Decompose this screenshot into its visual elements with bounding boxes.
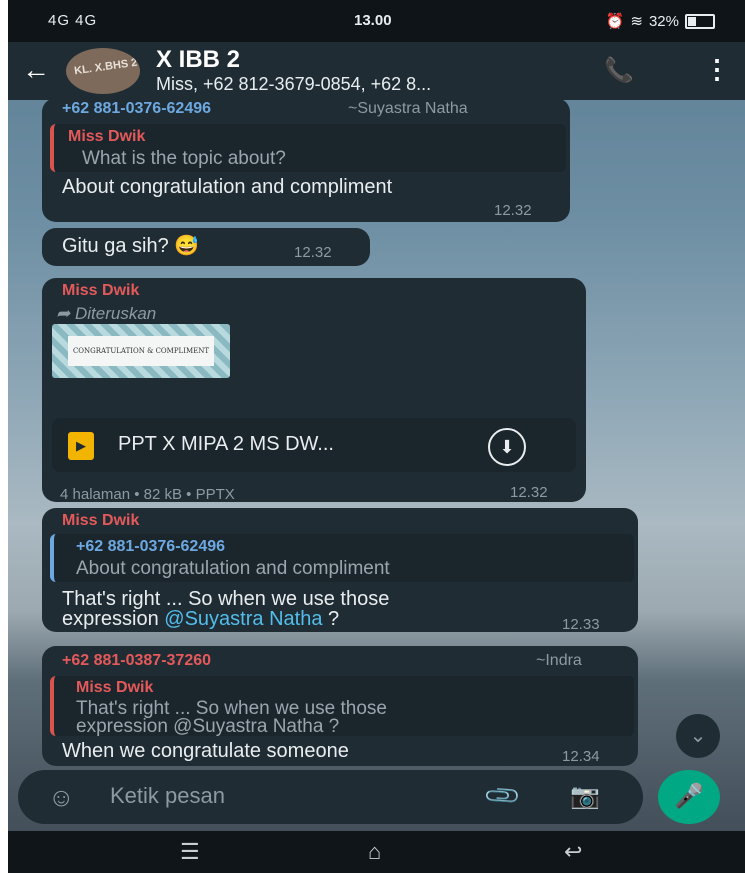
- chat-title[interactable]: X IBB 2: [156, 46, 240, 74]
- sender-number: +62 881-0376-62496: [62, 100, 212, 117]
- quoted-text-line2: expression @Suyastra Natha ?: [76, 716, 340, 737]
- quoted-message[interactable]: Miss Dwik That's right ... So when we us…: [50, 676, 634, 737]
- message-input-bar[interactable]: ☺ Ketik pesan 📎 📷: [18, 770, 643, 824]
- back-arrow-icon[interactable]: ←: [22, 54, 50, 86]
- alarm-icon: ⏰: [605, 13, 625, 30]
- message-input[interactable]: Ketik pesan: [110, 783, 225, 809]
- message-bubble[interactable]: Gitu ga sih? 😅 12.32: [42, 228, 370, 266]
- add-call-icon[interactable]: 📞: [604, 56, 634, 85]
- message-bubble[interactable]: +62 881-0387-37260 ~Indra Miss Dwik That…: [42, 646, 638, 766]
- sender-name: Miss Dwik: [62, 282, 140, 299]
- document-thumbnail[interactable]: CONGRATULATION & COMPLIMENT: [52, 324, 230, 378]
- more-options-icon[interactable]: ⋮: [704, 54, 730, 85]
- message-text-part: expression: [62, 608, 165, 630]
- message-bubble[interactable]: +62 881-0376-62496 ~Suyastra Natha Miss …: [42, 98, 570, 222]
- sender-name: Miss Dwik: [62, 512, 140, 529]
- thumbnail-title: CONGRATULATION & COMPLIMENT: [68, 336, 214, 366]
- document-attachment[interactable]: ▶ PPT X MIPA 2 MS DW... ⬇: [52, 418, 576, 472]
- message-text: Gitu ga sih? 😅: [62, 235, 200, 257]
- quoted-sender: Miss Dwik: [68, 128, 146, 145]
- pptx-file-icon: ▶: [68, 432, 94, 460]
- document-name: PPT X MIPA 2 MS DW...: [118, 433, 334, 455]
- avatar-label: KL. X.BHS 2: [73, 56, 139, 78]
- message-text: About congratulation and compliment: [62, 176, 393, 198]
- scroll-down-icon[interactable]: ⌄: [676, 714, 720, 758]
- quoted-text: What is the topic about?: [82, 148, 286, 169]
- message-time: 12.34: [562, 748, 600, 765]
- mention-link[interactable]: @Suyastra Natha: [164, 608, 322, 630]
- message-time: 12.32: [294, 244, 332, 261]
- quoted-text: About congratulation and compliment: [76, 558, 390, 579]
- message-time: 12.33: [562, 616, 600, 633]
- message-text-part: ?: [322, 608, 340, 630]
- forwarded-document-message[interactable]: Miss Dwik ➦ Diteruskan CONGRATULATION & …: [42, 278, 586, 503]
- download-icon[interactable]: ⬇: [488, 428, 526, 466]
- android-nav-bar: ☰ ⌂ ↩: [8, 831, 745, 873]
- emoji-icon[interactable]: ☺: [48, 782, 75, 813]
- group-avatar[interactable]: KL. X.BHS 2: [66, 48, 140, 94]
- message-time: 12.32: [494, 202, 532, 219]
- sender-alias: ~Suyastra Natha: [348, 100, 468, 117]
- clock: 13.00: [354, 12, 392, 29]
- forwarded-text: Diteruskan: [74, 304, 157, 323]
- forwarded-label: ➦ Diteruskan: [56, 304, 157, 323]
- status-bar: 4G 4G 13.00 ⏰ ≋ 32%: [8, 0, 745, 42]
- signal-indicator: 4G 4G: [48, 12, 98, 29]
- phone-screen: 4G 4G 13.00 ⏰ ≋ 32% ← KL. X.BHS 2 X IBB …: [8, 0, 745, 873]
- message-time: 12.32: [510, 484, 548, 501]
- home-icon[interactable]: ⌂: [368, 839, 381, 865]
- back-nav-icon[interactable]: ↩: [564, 839, 582, 865]
- chat-header: ← KL. X.BHS 2 X IBB 2 Miss, +62 812-3679…: [8, 42, 745, 100]
- sender-number: +62 881-0387-37260: [62, 652, 212, 669]
- attach-icon[interactable]: 📎: [482, 776, 524, 818]
- chat-participants[interactable]: Miss, +62 812-3679-0854, +62 8...: [156, 74, 431, 95]
- mic-button[interactable]: 🎤: [658, 770, 720, 824]
- battery-percent: 32%: [648, 12, 679, 30]
- wifi-icon: ≋: [630, 13, 643, 30]
- message-text: When we congratulate someone: [62, 740, 349, 762]
- message-bubble[interactable]: Miss Dwik +62 881-0376-62496 About congr…: [42, 508, 638, 633]
- message-text-line2: expression @Suyastra Natha ?: [62, 608, 339, 631]
- camera-icon[interactable]: 📷: [570, 782, 600, 811]
- quoted-sender: +62 881-0376-62496: [76, 538, 226, 555]
- quoted-message[interactable]: Miss Dwik What is the topic about?: [50, 124, 566, 172]
- quoted-message[interactable]: +62 881-0376-62496 About congratulation …: [50, 534, 634, 582]
- quoted-sender: Miss Dwik: [76, 679, 154, 696]
- recent-apps-icon[interactable]: ☰: [180, 839, 200, 865]
- sender-alias: ~Indra: [536, 652, 582, 669]
- status-right: ⏰ ≋ 32%: [606, 12, 715, 30]
- document-meta: 4 halaman • 82 kB • PPTX: [60, 486, 235, 503]
- battery-icon: [685, 13, 715, 29]
